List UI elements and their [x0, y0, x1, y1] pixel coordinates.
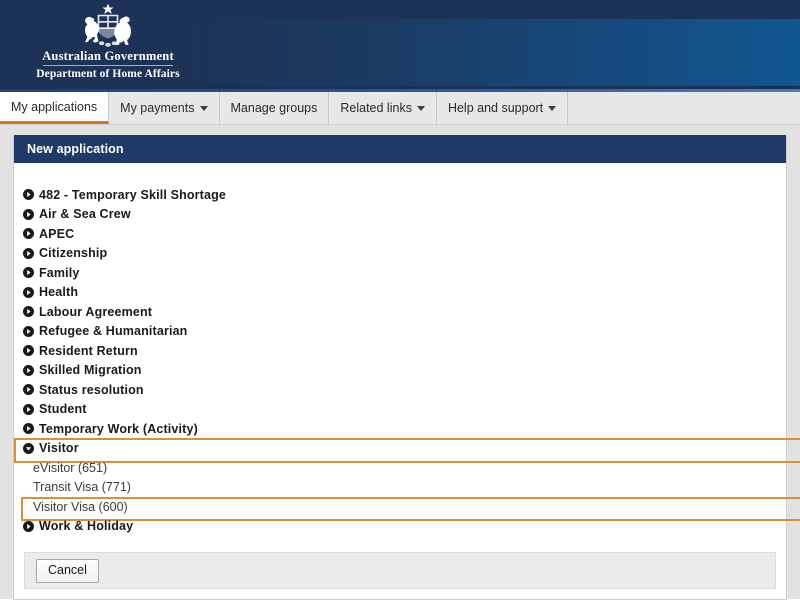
- brand-divider: [43, 65, 173, 66]
- circle-chevron-right-icon: [23, 403, 34, 415]
- list-item-refugee-and-humanitarian[interactable]: Refugee & Humanitarian: [14, 322, 786, 342]
- circle-chevron-right-icon: [23, 228, 34, 240]
- list-item-labour-agreement[interactable]: Labour Agreement: [14, 302, 786, 322]
- nav-item-manage-groups[interactable]: Manage groups: [219, 92, 330, 124]
- list-item-label: 482 - Temporary Skill Shortage: [39, 187, 226, 202]
- brand-department-line: Department of Home Affairs: [36, 68, 180, 80]
- nav-item-label: Related links: [340, 101, 412, 115]
- list-item-label: Work & Holiday: [39, 519, 134, 534]
- list-item-student[interactable]: Student: [14, 400, 786, 420]
- circle-chevron-right-icon: [23, 247, 34, 259]
- list-item-health[interactable]: Health: [14, 283, 786, 303]
- nav-item-label: My applications: [11, 99, 98, 114]
- circle-chevron-right-icon: [23, 364, 34, 376]
- list-item-family[interactable]: Family: [14, 263, 786, 283]
- panel-body: 482 - Temporary Skill Shortage Air & Sea…: [14, 163, 800, 599]
- australian-coat-of-arms-icon: [85, 3, 131, 47]
- list-item-temporary-work-activity[interactable]: Temporary Work (Activity): [14, 419, 786, 439]
- circle-chevron-right-icon: [23, 189, 34, 201]
- panel-action-bar: Cancel: [24, 552, 776, 589]
- list-item-air-and-sea-crew[interactable]: Air & Sea Crew: [14, 205, 786, 225]
- list-item-skilled-migration[interactable]: Skilled Migration: [14, 361, 786, 381]
- list-item-label: Status resolution: [39, 382, 144, 397]
- list-item-label: Resident Return: [39, 343, 138, 358]
- sub-list-item-label: Transit Visa (771): [33, 480, 131, 495]
- list-item-citizenship[interactable]: Citizenship: [14, 244, 786, 264]
- nav-item-my-applications[interactable]: My applications: [0, 92, 110, 124]
- panel-footer-wrapper: Cancel: [14, 536, 786, 599]
- nav-item-label: Manage groups: [230, 101, 318, 115]
- circle-chevron-right-icon: [23, 286, 34, 298]
- cancel-button[interactable]: Cancel: [36, 558, 99, 583]
- brand-lockup[interactable]: Australian Government Department of Home…: [8, 2, 208, 81]
- circle-chevron-right-icon: [23, 345, 34, 357]
- page-title: New application: [27, 142, 124, 156]
- nav-item-label: My payments: [120, 101, 195, 115]
- circle-chevron-right-icon: [23, 423, 34, 435]
- list-item-label: Family: [39, 265, 80, 280]
- nav-item-label: Help and support: [447, 101, 544, 115]
- new-application-panel: New application 482 - Temporary Skill Sh…: [13, 135, 800, 600]
- list-item-label: Temporary Work (Activity): [39, 421, 198, 436]
- circle-chevron-right-icon: [23, 520, 34, 532]
- circle-chevron-right-icon: [23, 384, 34, 396]
- visa-category-list: 482 - Temporary Skill Shortage Air & Sea…: [14, 185, 800, 537]
- chevron-down-icon: [416, 105, 425, 111]
- chevron-down-icon: [548, 105, 557, 111]
- nav-item-my-payments[interactable]: My payments: [109, 92, 220, 124]
- panel-title-bar: New application: [14, 135, 786, 163]
- nav-item-help-and-support[interactable]: Help and support: [436, 92, 569, 124]
- list-item-label: Air & Sea Crew: [39, 207, 131, 222]
- sub-list-item-visitor-visa-600[interactable]: Visitor Visa (600): [14, 497, 800, 521]
- list-item-work-and-holiday[interactable]: Work & Holiday: [14, 517, 786, 537]
- list-item-label: Citizenship: [39, 246, 108, 261]
- nav-filler: [568, 92, 800, 124]
- list-item-label: Refugee & Humanitarian: [39, 324, 188, 339]
- list-item-label: APEC: [39, 226, 75, 241]
- sub-list-item-label: eVisitor (651): [33, 460, 108, 475]
- list-item-resident-return[interactable]: Resident Return: [14, 341, 786, 361]
- circle-chevron-down-icon: [23, 442, 34, 454]
- main-navigation: My applications My payments Manage group…: [0, 92, 800, 125]
- list-item-visitor[interactable]: Visitor: [14, 437, 800, 462]
- list-item-label: Visitor: [39, 441, 79, 456]
- nav-item-related-links[interactable]: Related links: [329, 92, 437, 124]
- list-item-label: Student: [39, 402, 87, 417]
- list-item-label: Labour Agreement: [39, 304, 153, 319]
- list-item-status-resolution[interactable]: Status resolution: [14, 380, 786, 400]
- page-body: New application 482 - Temporary Skill Sh…: [0, 125, 800, 600]
- circle-chevron-right-icon: [23, 306, 34, 318]
- circle-chevron-right-icon: [23, 267, 34, 279]
- site-header: Australian Government Department of Home…: [0, 0, 800, 92]
- brand-government-line: Australian Government: [42, 49, 174, 63]
- circle-chevron-right-icon: [23, 325, 34, 337]
- list-item-apec[interactable]: APEC: [14, 224, 786, 244]
- circle-chevron-right-icon: [23, 208, 34, 220]
- sub-list-item-evisitor-651[interactable]: eVisitor (651): [14, 458, 786, 478]
- sub-list-item-transit-visa-771[interactable]: Transit Visa (771): [14, 478, 786, 498]
- list-item-482-temporary-skill-shortage[interactable]: 482 - Temporary Skill Shortage: [14, 185, 786, 205]
- chevron-down-icon: [199, 105, 208, 111]
- list-item-label: Skilled Migration: [39, 363, 142, 378]
- sub-list-item-label: Visitor Visa (600): [33, 499, 128, 514]
- list-item-label: Health: [39, 285, 79, 300]
